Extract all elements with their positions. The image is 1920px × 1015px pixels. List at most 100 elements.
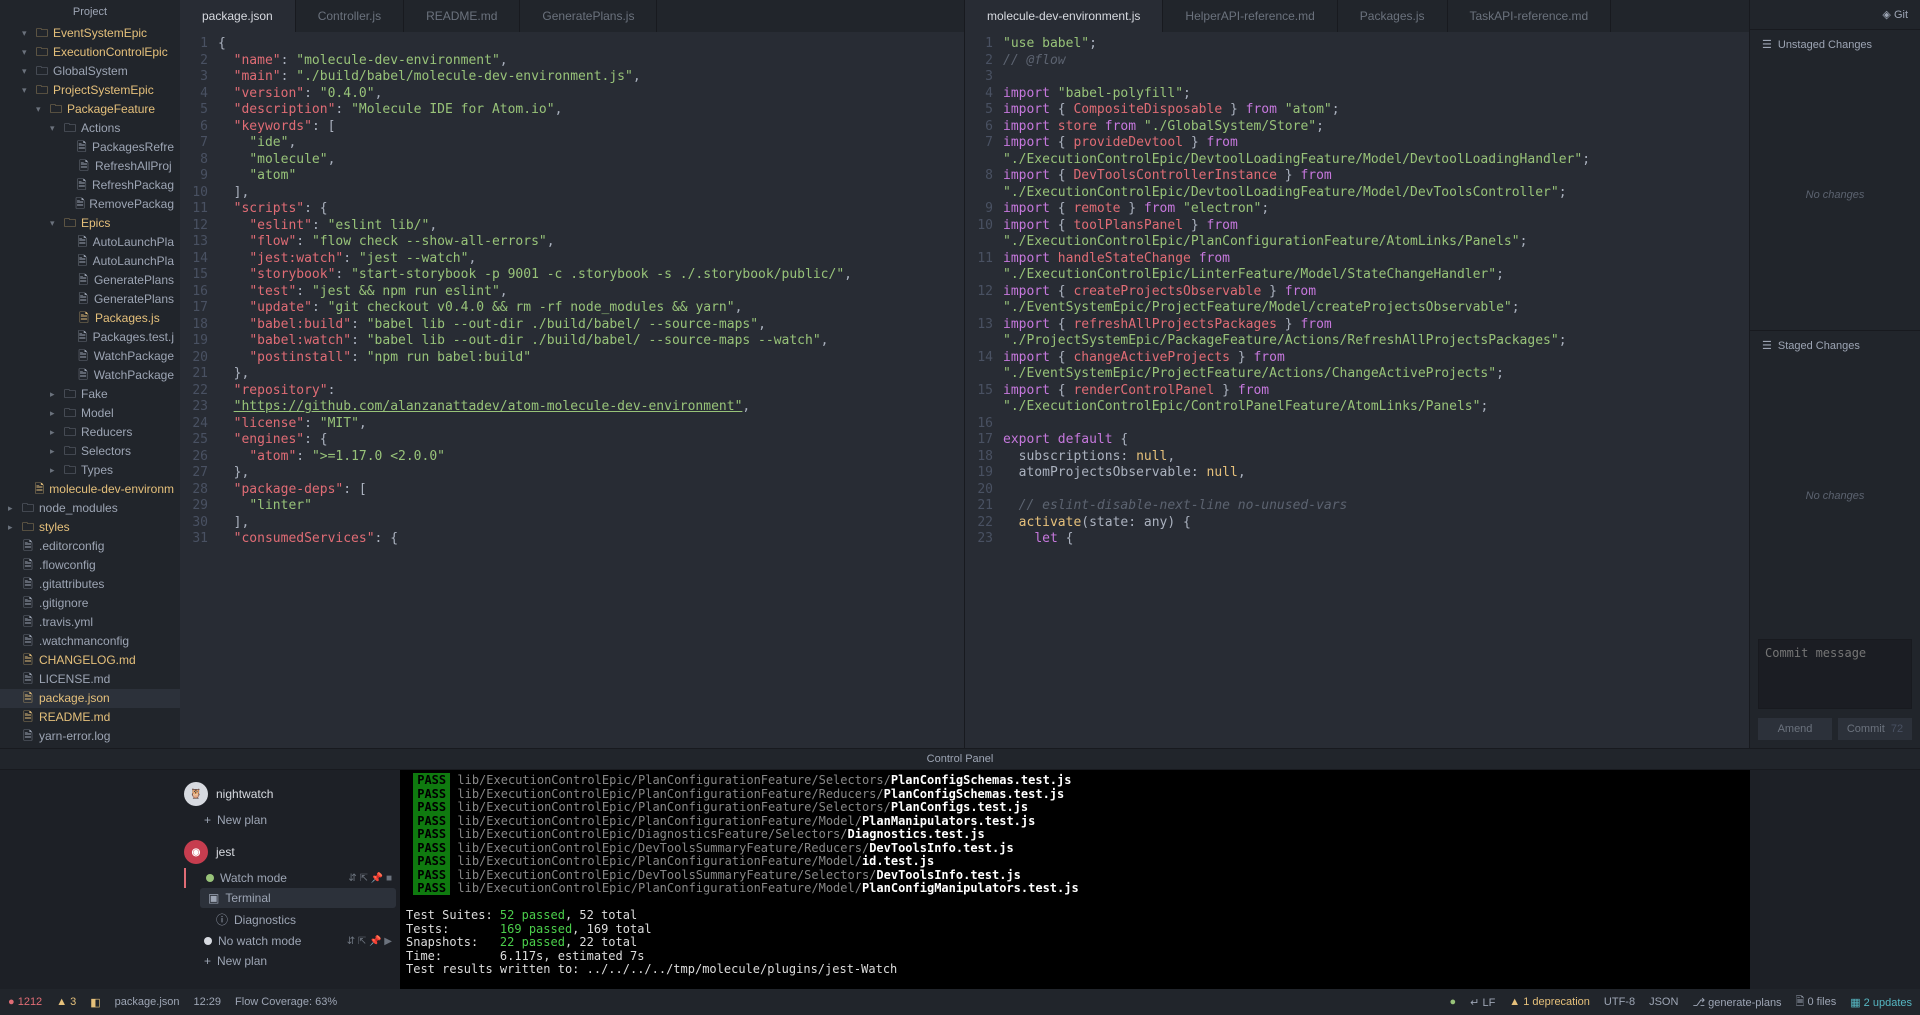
status-updates[interactable]: ▦ 2 updates [1850,996,1912,1009]
tree-item[interactable]: 🗎WatchPackage [0,366,180,385]
gutter-left: 1 2 3 4 5 6 7 8 9 10 11 12 13 14 15 16 1… [180,36,218,748]
status-bar: ● 1212 ▲ 3 ◧ package.json 12:29 Flow Cov… [0,989,1920,1015]
tool-list: 🦉 nightwatch +New plan ◉ jest Watch mode… [180,770,400,989]
tree-item[interactable]: 🗎.watchmanconfig [0,632,180,651]
jest-watch-mode[interactable]: Watch mode⇵ ⇱ 📌 ■ [184,868,396,888]
tab[interactable]: molecule-dev-environment.js [965,0,1163,32]
code-left[interactable]: 1 2 3 4 5 6 7 8 9 10 11 12 13 14 15 16 1… [180,32,964,748]
tree-item[interactable]: ▾🗀EventSystemEpic [0,24,180,43]
tree-item[interactable]: 🗎WatchPackage [0,347,180,366]
status-dot-idle [204,937,212,945]
tree-item[interactable]: 🗎package.json [0,689,180,708]
project-title: Project [0,0,180,24]
tool-nightwatch[interactable]: 🦉 nightwatch [184,778,396,810]
info-icon: ⓘ [216,911,228,928]
status-errors[interactable]: ● 1212 [8,996,42,1008]
tree-item[interactable]: 🗎.gitattributes [0,575,180,594]
tab[interactable]: TaskAPI-reference.md [1448,0,1612,32]
status-lang[interactable]: JSON [1649,996,1678,1008]
tree-item[interactable]: 🗎GeneratePlans [0,271,180,290]
tool-jest[interactable]: ◉ jest [184,836,396,868]
tree-item[interactable]: 🗎yarn-error.log [0,727,180,746]
tabs-left[interactable]: package.jsonController.jsREADME.mdGenera… [180,0,964,32]
status-dot-green [206,874,214,882]
tree-item[interactable]: ▸🗀Selectors [0,442,180,461]
tree-item[interactable]: ▸🗀node_modules [0,499,180,518]
tree-item[interactable]: 🗎Packages.js [0,309,180,328]
tree-item[interactable]: 🗎LICENSE.md [0,670,180,689]
jest-no-watch[interactable]: No watch mode⇵ ⇱ 📌 ▶ [184,931,396,951]
tab[interactable]: Controller.js [296,0,404,32]
tab[interactable]: Packages.js [1338,0,1448,32]
commit-message-input[interactable] [1758,639,1912,709]
tree-item[interactable]: ▸🗀Fake [0,385,180,404]
status-dot: ● [1450,996,1457,1008]
status-marker[interactable]: ◧ [90,996,100,1009]
tree-item[interactable]: 🗎RemovePackag [0,195,180,214]
status-branch[interactable]: ⎇ generate-plans [1692,996,1781,1009]
tree-item[interactable]: 🗎.travis.yml [0,613,180,632]
tab[interactable]: package.json [180,0,296,32]
tree-item[interactable]: 🗎.gitignore [0,594,180,613]
tree-item[interactable]: ▸🗀Reducers [0,423,180,442]
status-warnings[interactable]: ▲ 3 [56,996,76,1008]
commit-button[interactable]: Commit 72 [1838,718,1912,740]
tree-item[interactable]: ▸🗀Model [0,404,180,423]
terminal-icon: ▣ [208,891,219,905]
nightwatch-icon: 🦉 [184,782,208,806]
code-right[interactable]: 1 2 3 4 5 6 7 8 9 10 11 12 13 14 15 16 1… [965,32,1749,748]
tree-item[interactable]: ▾🗀Epics [0,214,180,233]
status-file[interactable]: package.json [115,996,180,1008]
status-position[interactable]: 12:29 [194,996,222,1008]
status-files[interactable]: 🗎 0 files [1796,993,1837,1012]
tree-item[interactable]: ▸🗀styles [0,518,180,537]
tree-item[interactable]: 🗎RefreshPackag [0,176,180,195]
tree-item[interactable]: 🗎Packages.test.j [0,328,180,347]
project-sidebar: Project ▾🗀EventSystemEpic▾🗀ExecutionCont… [0,0,180,748]
editor-group: package.jsonController.jsREADME.mdGenera… [180,0,1750,748]
staged-body: No changes [1750,360,1920,631]
tree-item[interactable]: 🗎AutoLaunchPla [0,233,180,252]
staged-header[interactable]: ☰Staged Changes [1750,330,1920,360]
tree-item[interactable]: 🗎AutoLaunchPla [0,252,180,271]
tree-item[interactable]: ▾🗀ExecutionControlEpic [0,43,180,62]
tabs-right[interactable]: molecule-dev-environment.jsHelperAPI-ref… [965,0,1749,32]
tree-item[interactable]: ▸🗀Types [0,461,180,480]
status-deprecation[interactable]: ▲ 1 deprecation [1509,996,1590,1008]
git-header[interactable]: ◈ Git [1750,0,1920,29]
control-panel: 🦉 nightwatch +New plan ◉ jest Watch mode… [0,769,1920,989]
status-lf[interactable]: ↵ LF [1470,996,1495,1009]
tree-item[interactable]: 🗎GeneratePlans [0,290,180,309]
tree-item[interactable]: ▾🗀ProjectSystemEpic [0,81,180,100]
tree-item[interactable]: 🗎molecule-dev-environm [0,480,180,499]
status-encoding[interactable]: UTF-8 [1604,996,1635,1008]
status-flow[interactable]: Flow Coverage: 63% [235,996,337,1008]
tree-item[interactable]: 🗎.editorconfig [0,537,180,556]
tree-item[interactable]: 🗎PackagesRefre [0,138,180,157]
jest-terminal[interactable]: ▣Terminal [200,888,396,908]
jest-icon: ◉ [184,840,208,864]
editor-left: package.jsonController.jsREADME.mdGenera… [180,0,965,748]
git-panel: ◈ Git ☰Unstaged Changes No changes ☰Stag… [1750,0,1920,748]
amend-button[interactable]: Amend [1758,718,1832,740]
jest-new-plan[interactable]: +New plan [184,951,396,971]
terminal-output[interactable]: PASS lib/ExecutionControlEpic/PlanConfig… [400,770,1750,989]
tree-item[interactable]: 🗎README.md [0,708,180,727]
nightwatch-new-plan[interactable]: +New plan [184,810,396,830]
unstaged-header[interactable]: ☰Unstaged Changes [1750,29,1920,59]
tree-item[interactable]: 🗎.flowconfig [0,556,180,575]
jest-diagnostics[interactable]: ⓘDiagnostics [184,908,396,931]
control-panel-title: Control Panel [0,748,1920,769]
file-tree[interactable]: ▾🗀EventSystemEpic▾🗀ExecutionControlEpic▾… [0,24,180,748]
tab[interactable]: HelperAPI-reference.md [1163,0,1337,32]
unstaged-body: No changes [1750,59,1920,330]
tab[interactable]: GeneratePlans.js [520,0,657,32]
tree-item[interactable]: 🗎CHANGELOG.md [0,651,180,670]
tree-item[interactable]: ▾🗀GlobalSystem [0,62,180,81]
tree-item[interactable]: ▾🗀PackageFeature [0,100,180,119]
tab[interactable]: README.md [404,0,520,32]
editor-right: molecule-dev-environment.jsHelperAPI-ref… [965,0,1750,748]
tree-item[interactable]: ▾🗀Actions [0,119,180,138]
tree-item[interactable]: 🗎RefreshAllProj [0,157,180,176]
gutter-right: 1 2 3 4 5 6 7 8 9 10 11 12 13 14 15 16 1… [965,36,1003,748]
